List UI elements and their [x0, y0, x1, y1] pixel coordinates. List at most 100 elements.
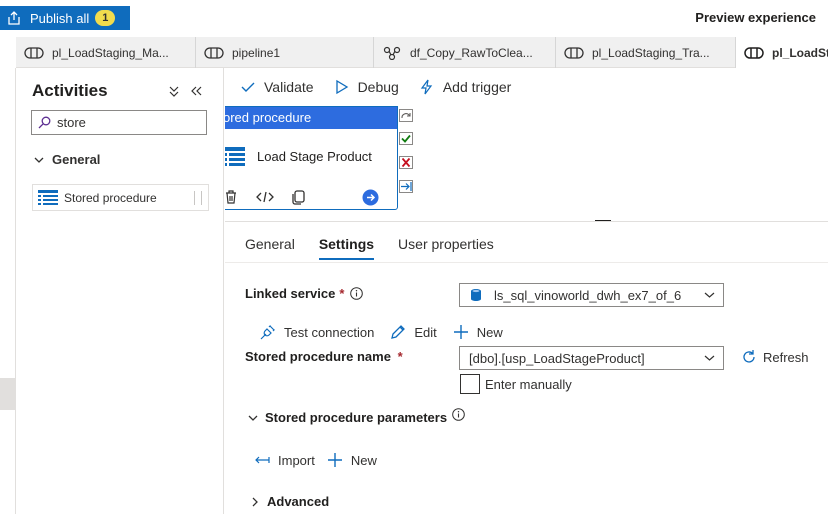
- tab-user-properties[interactable]: User properties: [398, 236, 494, 260]
- debug-label: Debug: [357, 79, 399, 95]
- pipeline-icon: [24, 46, 44, 59]
- new-parameter-button[interactable]: New: [327, 452, 377, 468]
- tab-label: pl_LoadStaging_Tra...: [592, 45, 710, 60]
- sp-name-text: Stored procedure name: [245, 349, 391, 364]
- tab-label: pipeline1: [232, 45, 281, 60]
- import-label: Import: [278, 452, 315, 468]
- group-label: General: [52, 152, 101, 167]
- chevron-down-icon: [248, 415, 258, 421]
- params-new-label: New: [350, 452, 377, 468]
- panel-resize-handle[interactable]: [595, 220, 611, 221]
- info-icon[interactable]: [452, 408, 465, 421]
- left-nav-strip: [0, 68, 16, 514]
- editor-tabs: pl_LoadStaging_Ma... pipeline1 df_Copy_R…: [16, 37, 828, 68]
- skipped-port[interactable]: [399, 180, 413, 193]
- publish-count-badge: 1: [95, 10, 116, 26]
- activity-item-label: Stored procedure: [64, 190, 157, 205]
- tab-general[interactable]: General: [245, 236, 295, 260]
- activities-panel: Activities store General Stored procedur…: [17, 68, 224, 514]
- linked-service-value: ls_sql_vinoworld_dwh_ex7_of_6: [494, 287, 682, 303]
- chevron-down-icon: [34, 157, 44, 163]
- linked-service-actions: Test connection Edit New: [260, 324, 519, 340]
- completion-port[interactable]: [399, 109, 413, 122]
- new-linked-service-button[interactable]: New: [453, 324, 503, 340]
- tab-pl-loadst-active[interactable]: pl_LoadSt: [736, 37, 828, 68]
- chevron-right-icon: [252, 497, 258, 506]
- checkmark-icon: [241, 82, 255, 92]
- refresh-button[interactable]: Refresh: [741, 349, 809, 365]
- success-check-icon: [401, 134, 411, 143]
- import-parameters-button[interactable]: Import: [254, 452, 315, 468]
- advanced-section-header[interactable]: Advanced: [249, 494, 329, 509]
- validate-button[interactable]: Validate: [240, 79, 314, 95]
- sp-name-dropdown[interactable]: [dbo].[usp_LoadStageProduct]: [459, 346, 724, 370]
- stored-procedure-icon: [225, 147, 245, 166]
- import-arrow-icon: [255, 456, 270, 464]
- tab-pl-loadstaging-tra[interactable]: pl_LoadStaging_Tra...: [556, 37, 736, 68]
- tabs-divider: [225, 262, 828, 263]
- tab-settings[interactable]: Settings: [318, 236, 375, 260]
- pipeline-toolbar: Validate Debug Add trigger: [225, 68, 828, 106]
- activities-search-input[interactable]: store: [31, 110, 207, 135]
- delete-icon[interactable]: [225, 189, 239, 205]
- tab-label: df_Copy_RawToClea...: [410, 45, 533, 60]
- advanced-label: Advanced: [267, 494, 330, 509]
- failure-x-icon: [401, 157, 411, 168]
- tab-label: pl_LoadStaging_Ma...: [52, 45, 169, 60]
- enter-manually-label: Enter manually: [485, 376, 572, 392]
- required-mark: *: [397, 349, 403, 364]
- pipeline-canvas[interactable]: ored procedure Load Stage Product: [225, 106, 828, 222]
- arrow-right-circle-icon[interactable]: [362, 189, 379, 206]
- lightning-icon: [420, 79, 433, 95]
- tab-pl-loadstaging-ma[interactable]: pl_LoadStaging_Ma...: [16, 37, 196, 68]
- group-general-header[interactable]: General: [33, 152, 100, 167]
- enter-manually-checkbox-row[interactable]: Enter manually: [460, 374, 572, 394]
- dataflow-icon: [383, 46, 401, 60]
- add-trigger-button[interactable]: Add trigger: [419, 79, 511, 95]
- code-icon[interactable]: [256, 189, 274, 205]
- preview-experience-toggle[interactable]: Preview experience: [695, 10, 816, 25]
- parameter-actions: Import New: [254, 452, 389, 468]
- copy-icon[interactable]: [291, 189, 307, 205]
- tab-pipeline1[interactable]: pipeline1: [196, 37, 374, 68]
- play-icon: [335, 79, 348, 95]
- refresh-icon: [743, 350, 755, 363]
- publish-all-button[interactable]: Publish all 1: [0, 6, 130, 30]
- double-chevron-left-icon[interactable]: [189, 84, 203, 98]
- skip-arrow-icon: [401, 182, 412, 191]
- tab-df-copy-rawtoclea[interactable]: df_Copy_RawToClea...: [374, 37, 556, 68]
- sp-name-label: Stored procedure name *: [245, 349, 403, 364]
- activity-node-load-stage-product[interactable]: ored procedure Load Stage Product: [225, 106, 398, 210]
- linked-service-dropdown[interactable]: ls_sql_vinoworld_dwh_ex7_of_6: [459, 283, 724, 307]
- activity-item-stored-procedure[interactable]: Stored procedure: [32, 184, 209, 211]
- redo-icon: [401, 113, 411, 119]
- test-connection-button[interactable]: Test connection: [260, 324, 374, 340]
- collapse-all-icon[interactable]: [167, 84, 181, 98]
- debug-button[interactable]: Debug: [334, 79, 399, 95]
- edit-linked-service-button[interactable]: Edit: [390, 324, 437, 340]
- sp-name-value: [dbo].[usp_LoadStageProduct]: [469, 350, 645, 366]
- success-port[interactable]: [399, 132, 413, 145]
- plus-icon: [327, 453, 342, 467]
- node-name: Load Stage Product: [257, 149, 372, 164]
- refresh-label: Refresh: [763, 349, 809, 365]
- sp-parameters-label: Stored procedure parameters: [265, 410, 448, 425]
- activities-title: Activities: [32, 81, 108, 100]
- property-tabs: General Settings User properties: [245, 236, 518, 260]
- plus-icon: [453, 325, 468, 339]
- database-icon: [471, 289, 481, 301]
- publish-icon: [8, 11, 20, 25]
- info-icon[interactable]: [350, 287, 364, 300]
- sp-parameters-section-header[interactable]: Stored procedure parameters: [247, 408, 465, 425]
- pencil-icon: [391, 325, 406, 339]
- search-value: store: [57, 115, 86, 130]
- chevron-down-icon: [704, 292, 715, 298]
- drag-grip-icon[interactable]: [194, 191, 202, 205]
- failure-port[interactable]: [399, 156, 413, 169]
- tab-label: pl_LoadSt: [772, 45, 828, 60]
- plug-icon: [260, 325, 275, 340]
- chevron-down-icon: [704, 355, 715, 361]
- required-mark: *: [339, 286, 345, 301]
- new-label: New: [476, 324, 503, 340]
- enter-manually-checkbox[interactable]: [460, 374, 480, 394]
